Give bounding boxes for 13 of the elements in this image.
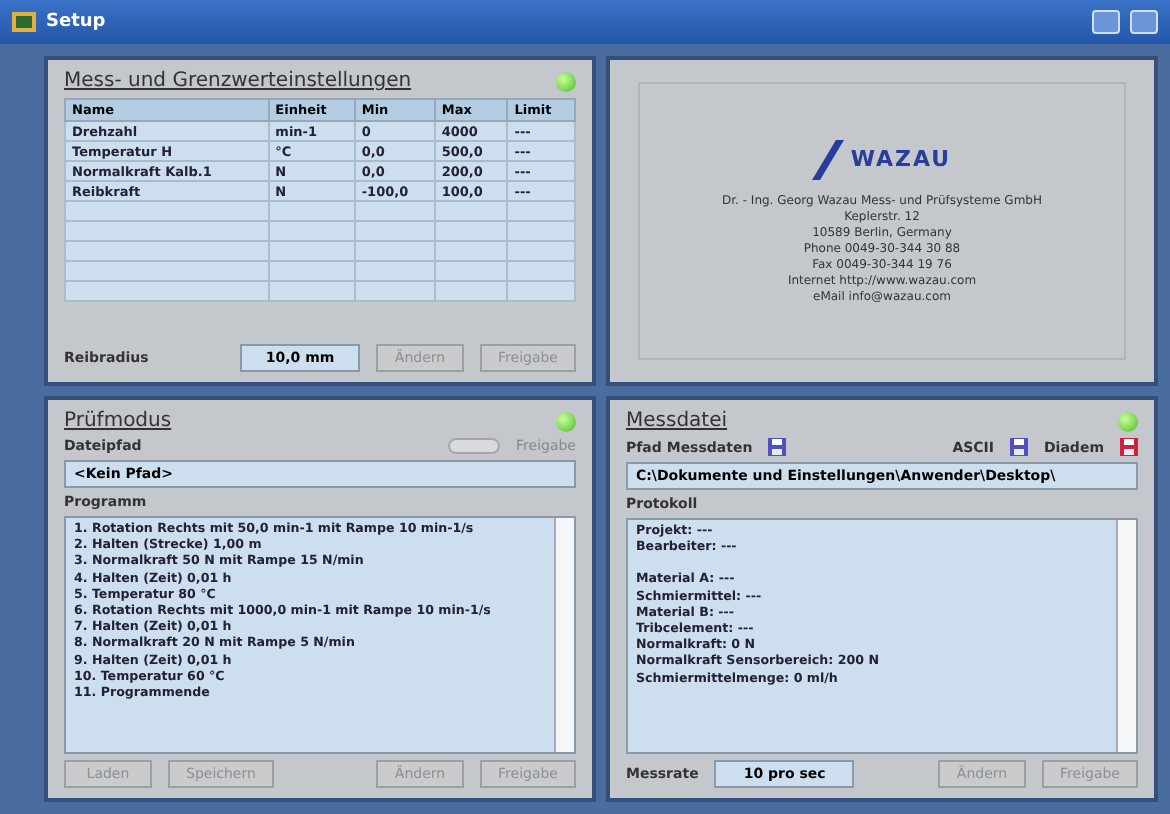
window-title: Setup (46, 12, 108, 32)
program-list[interactable] (64, 516, 576, 754)
close-button[interactable] (1130, 10, 1158, 34)
panel-title: Prüfmodus (64, 410, 172, 432)
scrollbar[interactable] (1116, 520, 1136, 752)
panel-title: Mess- und Grenzwerteinstellungen (64, 70, 412, 92)
panel-title: Messdatei (626, 410, 728, 432)
minimize-button[interactable] (1092, 10, 1120, 34)
app-icon (12, 12, 36, 32)
toggle-switch[interactable] (448, 438, 501, 454)
logo-text: WAZAU (850, 146, 952, 172)
logo-icon (812, 139, 845, 179)
scrollbar[interactable] (554, 518, 574, 752)
